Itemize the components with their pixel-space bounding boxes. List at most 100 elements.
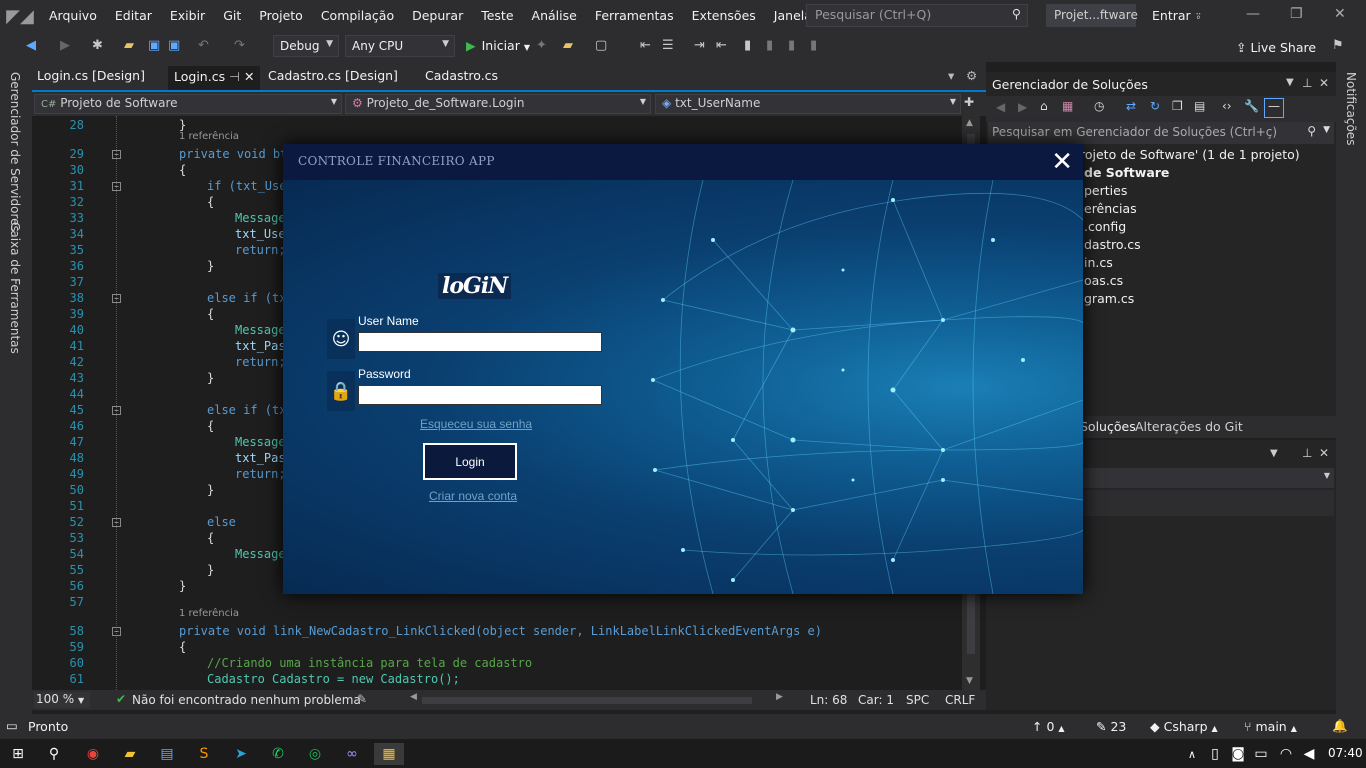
dropdown-icon[interactable]: ▼ — [1270, 448, 1278, 459]
new-project-icon[interactable]: ✱ — [92, 38, 103, 53]
horizontal-scrollbar[interactable] — [422, 697, 752, 704]
usb-icon[interactable]: ▯ — [1203, 743, 1227, 765]
tree-item-references[interactable]: erências — [1084, 201, 1137, 216]
collapse-all-icon[interactable]: ❐ — [1172, 99, 1183, 113]
output-icon[interactable]: ▭ — [6, 718, 18, 733]
whatsapp-icon[interactable]: ✆ — [266, 743, 290, 765]
tab-cadastro-design[interactable]: Cadastro.cs [Design] — [268, 68, 398, 83]
indent-icon[interactable]: ⇥ — [694, 38, 705, 53]
visual-studio-logo-icon[interactable]: ◤◢ — [0, 0, 40, 32]
outdent-icon[interactable]: ⇤ — [716, 38, 727, 53]
scroll-down-icon[interactable]: ▼ — [966, 676, 973, 686]
server-explorer-tab[interactable]: Gerenciador de Servidores — [8, 72, 22, 232]
tab-solutions[interactable]: Soluções — [1080, 419, 1136, 434]
wifi-icon[interactable]: ◠ — [1274, 743, 1298, 765]
clock[interactable]: 07:40 — [1328, 746, 1363, 760]
search-icon[interactable]: ⚲ — [42, 743, 66, 765]
password-input[interactable] — [358, 385, 602, 405]
whitespace-mode[interactable]: SPC — [906, 693, 929, 707]
close-icon[interactable]: ✕ — [1334, 6, 1346, 22]
properties-icon[interactable]: 🔧 — [1244, 99, 1259, 113]
preview-icon[interactable]: — — [1264, 98, 1284, 118]
forgot-password-link[interactable]: Esqueceu sua senha — [420, 417, 532, 431]
code-line[interactable]: { — [207, 195, 214, 209]
code-line[interactable]: } — [207, 483, 214, 497]
format-icon[interactable]: ☰ — [662, 38, 674, 53]
visual-studio-icon[interactable]: ∞ — [340, 743, 364, 765]
code-line[interactable]: { — [207, 531, 214, 545]
code-line[interactable]: { — [207, 307, 214, 321]
class-dropdown[interactable]: ⚙ Projeto_de_Software.Login ▼ — [345, 94, 651, 114]
project-badge[interactable]: Projet...ftware — [1046, 4, 1138, 27]
back-icon[interactable]: ◀ — [996, 100, 1005, 114]
code-view-icon[interactable]: ‹› — [1222, 99, 1232, 113]
close-tab-icon[interactable]: ✕ — [244, 69, 254, 84]
fold-toggle-icon[interactable]: − — [112, 406, 121, 415]
create-account-link[interactable]: Criar nova conta — [429, 489, 517, 503]
toolbox-tab[interactable]: Caixa de Ferramentas — [8, 222, 22, 354]
notification-bell-icon[interactable]: 🔔 — [1332, 718, 1348, 734]
fold-toggle-icon[interactable]: − — [112, 182, 121, 191]
code-line[interactable]: else if (tx — [207, 403, 286, 417]
tree-item-program[interactable]: gram.cs — [1084, 291, 1134, 306]
pin-icon[interactable]: ⊣ — [229, 69, 240, 84]
code-line[interactable]: txt_Use — [235, 227, 286, 241]
save-icon[interactable]: ▣ — [148, 38, 160, 53]
branch-button[interactable]: ⑂ main ▲ — [1244, 719, 1297, 734]
redo-icon[interactable]: ↷ — [234, 38, 245, 53]
fold-toggle-icon[interactable]: − — [112, 294, 121, 303]
tab-login-cs[interactable]: Login.cs ⊣ ✕ — [168, 66, 261, 90]
show-all-files-icon[interactable]: ▤ — [1194, 99, 1205, 113]
code-line[interactable]: else if (tx — [207, 291, 286, 305]
menu-item[interactable]: Projeto — [250, 0, 312, 32]
file-explorer-icon[interactable]: ▰ — [118, 743, 142, 765]
meet-icon[interactable]: ◙ — [1226, 743, 1250, 765]
code-line[interactable]: } — [179, 579, 186, 593]
tree-item-project[interactable]: de Software — [1084, 165, 1169, 180]
edits-button[interactable]: ✎ 23 — [1096, 719, 1126, 734]
close-icon[interactable]: ✕ — [1319, 446, 1329, 460]
sync-icon[interactable]: ⇄ — [1126, 99, 1136, 113]
code-line[interactable]: } — [207, 259, 214, 273]
save-all-icon[interactable]: ▣ — [168, 38, 180, 53]
line-number[interactable]: Ln: 68 — [810, 693, 847, 707]
debug-icon[interactable]: ✦ — [536, 38, 547, 53]
menu-item[interactable]: Ferramentas — [586, 0, 683, 32]
feedback-icon[interactable]: ⚑ — [1332, 38, 1344, 53]
code-line[interactable]: private void bt — [179, 147, 287, 161]
pin-icon[interactable]: ⊥ — [1302, 76, 1312, 90]
app-form-icon[interactable]: ▦ — [374, 743, 404, 765]
bookmark-clear-icon[interactable]: ▮ — [810, 38, 817, 53]
tree-item-login[interactable]: in.cs — [1084, 255, 1113, 270]
split-icon[interactable]: ✚ — [964, 95, 974, 109]
step-icon[interactable]: ⇤ — [640, 38, 651, 53]
chrome-icon[interactable]: ◉ — [81, 743, 105, 765]
open-folder-icon[interactable]: ▰ — [124, 38, 134, 53]
code-line[interactable]: } — [207, 371, 214, 385]
config-select[interactable]: Debug ▼ — [273, 35, 339, 57]
code-line[interactable]: else — [207, 515, 236, 529]
code-line[interactable]: Message — [235, 323, 286, 337]
hscroll-left-icon[interactable]: ◀ — [410, 692, 417, 702]
start-icon[interactable]: ⊞ — [6, 743, 30, 765]
tab-git-changes[interactable]: Alterações do Git — [1135, 419, 1243, 434]
zoom-select[interactable]: 100 % ▼ — [34, 692, 90, 708]
reference-count[interactable]: 1 referência — [179, 608, 239, 619]
minimize-icon[interactable]: — — [1246, 6, 1260, 22]
code-line[interactable]: txt_Pas — [235, 451, 286, 465]
menu-item[interactable]: Análise — [523, 0, 586, 32]
menu-item[interactable]: Arquivo — [40, 0, 106, 32]
line-ending[interactable]: CRLF — [945, 693, 975, 707]
bookmark-icon[interactable]: ▮ — [744, 38, 751, 53]
problems-status[interactable]: Não foi encontrado nenhum problema — [132, 693, 361, 707]
history-icon[interactable]: ◷ — [1094, 99, 1104, 113]
code-line[interactable]: txt_Pas — [235, 339, 286, 353]
menu-item[interactable]: Extensões — [683, 0, 765, 32]
folder-icon[interactable]: ▰ — [563, 38, 573, 53]
tray-chevron-icon[interactable]: ∧ — [1180, 743, 1204, 765]
menu-item[interactable]: Depurar — [403, 0, 472, 32]
fold-toggle-icon[interactable]: − — [112, 627, 121, 636]
code-line[interactable]: return; — [235, 243, 286, 257]
screenshot-icon[interactable]: ▢ — [595, 38, 607, 53]
tree-item-pessoas[interactable]: oas.cs — [1084, 273, 1123, 288]
